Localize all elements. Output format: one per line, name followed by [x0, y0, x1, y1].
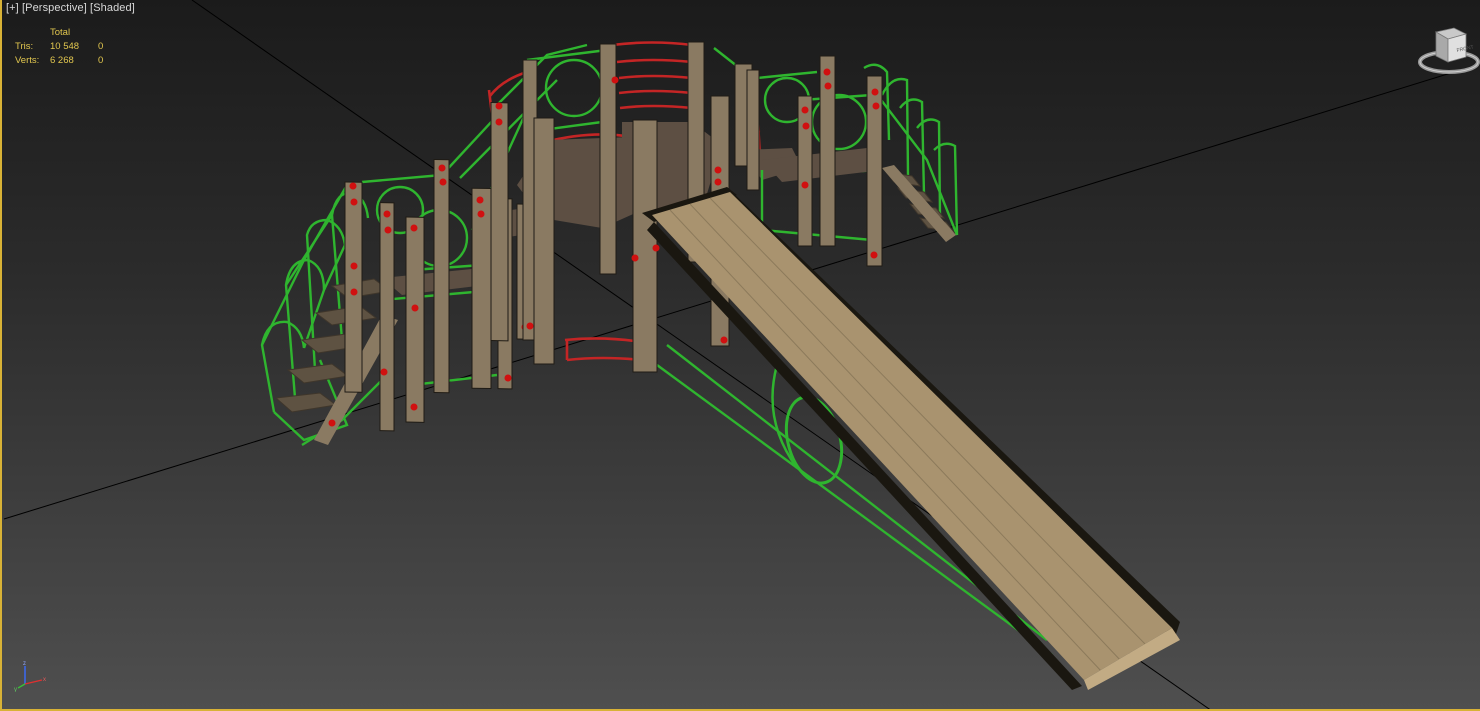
axis-tripod-icon: z x y	[14, 661, 46, 692]
axis-y-label: y	[14, 687, 17, 692]
stats-row-tris: Tris: 10 548 0	[15, 41, 103, 55]
axis-z-label: z	[23, 661, 26, 667]
stats-verts-selected: 0	[98, 55, 104, 66]
viewport-general-menu[interactable]: [+]	[6, 2, 19, 14]
stats-verts-total: 6 268	[50, 55, 74, 66]
scene-canvas[interactable]	[2, 0, 1480, 709]
viewport-label-menu: [+] [Perspective] [Shaded]	[6, 2, 135, 14]
stats-total-header: Total	[50, 27, 71, 38]
stats-row-verts: Verts: 6 268 0	[15, 55, 103, 69]
stats-tris-label: Tris:	[15, 41, 34, 52]
stats-verts-label: Verts:	[15, 55, 40, 66]
stats-tris-selected: 0	[98, 41, 104, 52]
perspective-viewport[interactable]: [+] [Perspective] [Shaded] Total Tris: 1…	[0, 0, 1480, 711]
viewport-shading-menu[interactable]: [Shaded]	[90, 2, 135, 14]
left-tower	[260, 79, 558, 447]
stats-tris-total: 10 548	[50, 41, 80, 52]
viewport-point-of-view-menu[interactable]: [Perspective]	[22, 2, 87, 14]
viewcube-icon[interactable]: FRONT	[1416, 22, 1480, 80]
axis-x-label: x	[43, 677, 46, 683]
scene-statistics: Total Tris: 10 548 0 Verts: 6 268 0	[15, 27, 103, 69]
slide	[642, 187, 1180, 690]
